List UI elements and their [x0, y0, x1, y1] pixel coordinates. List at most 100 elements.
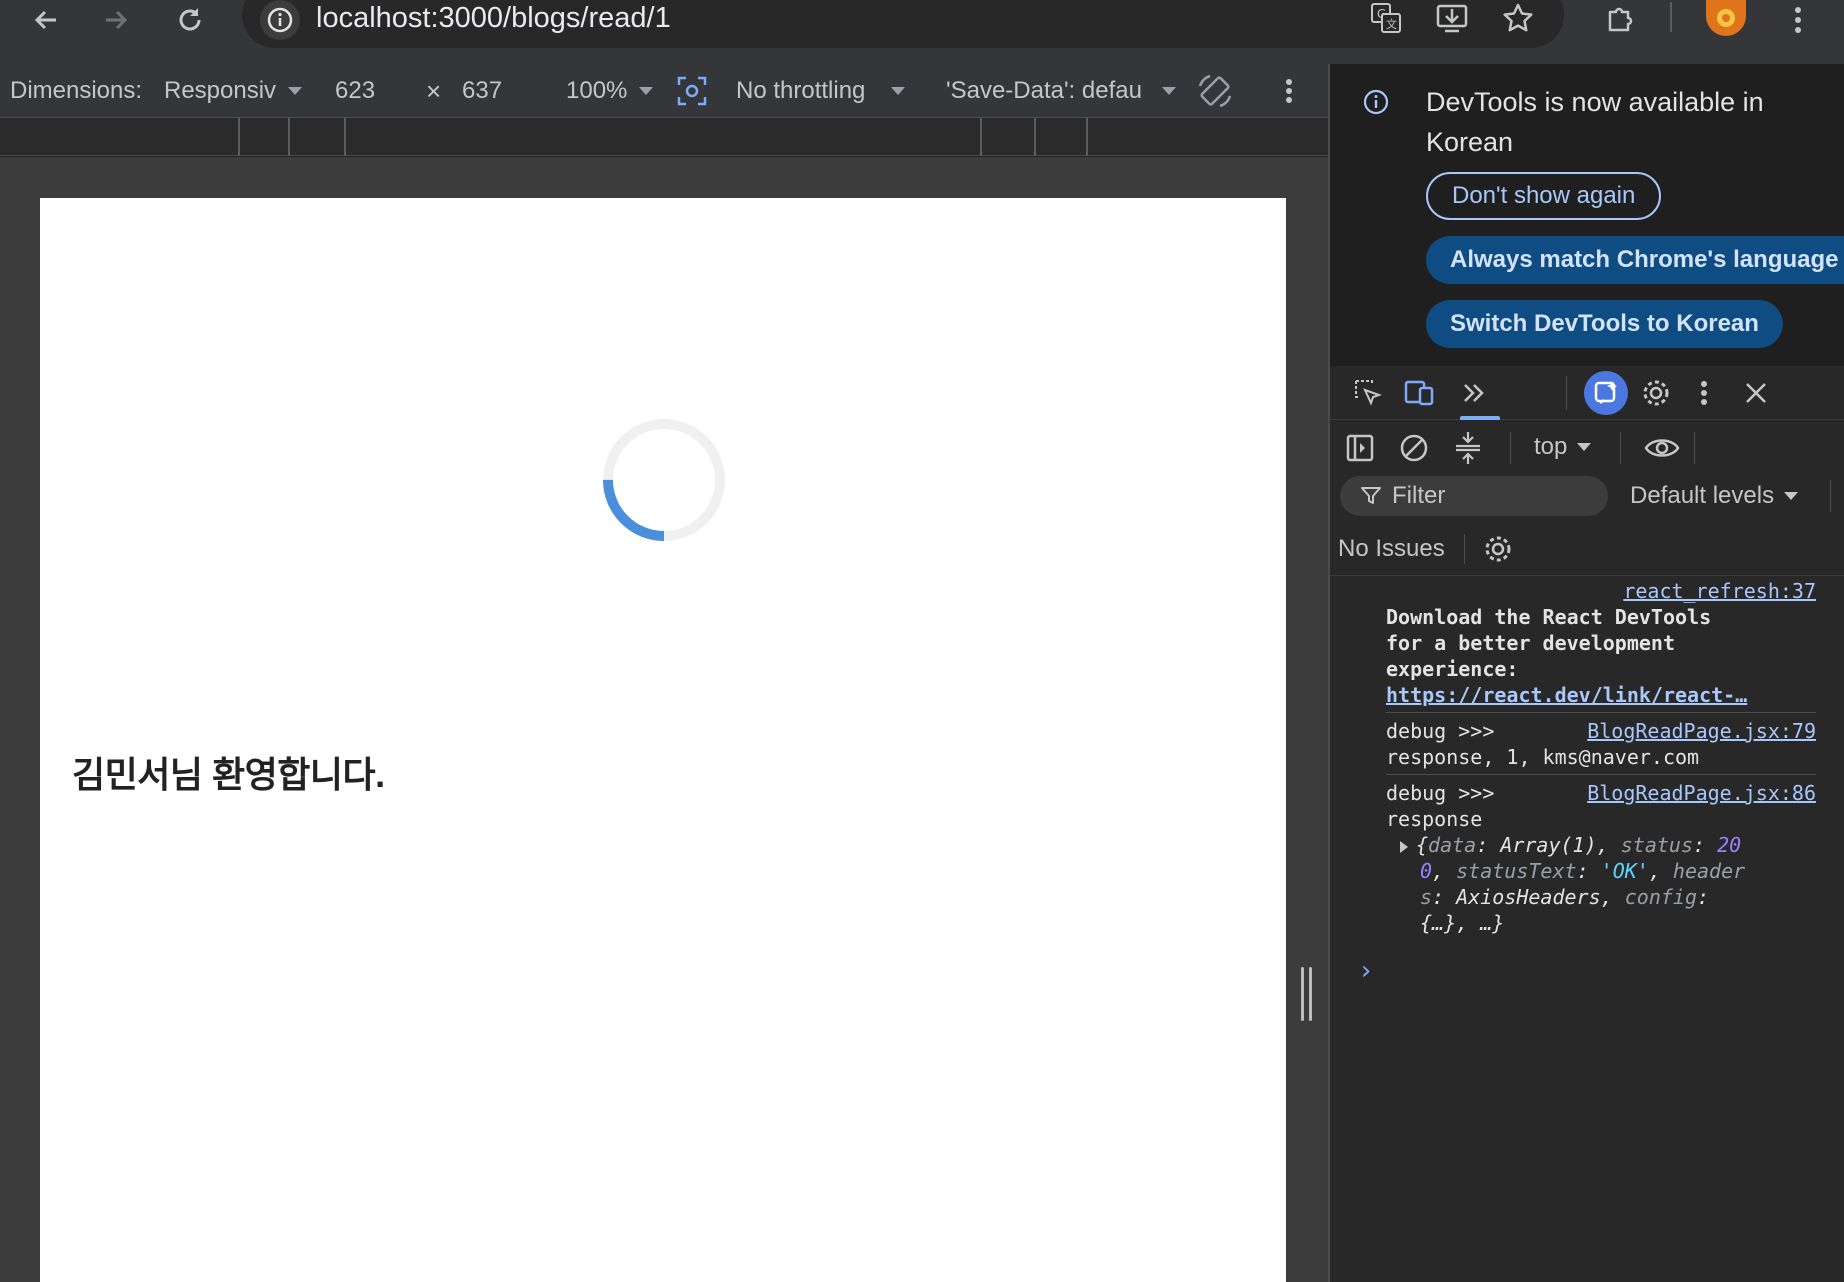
- zoom-value: 100%: [566, 77, 628, 104]
- info-icon: [1362, 88, 1390, 116]
- device-toggle-button[interactable]: [1400, 373, 1440, 413]
- devtools-settings-button[interactable]: [1636, 373, 1676, 413]
- message-line: experience:: [1386, 657, 1519, 681]
- install-icon: [1436, 4, 1468, 33]
- media-query-marker[interactable]: [1034, 118, 1036, 156]
- rotate-button[interactable]: [1196, 64, 1234, 118]
- ai-assistance-button[interactable]: [1584, 371, 1628, 415]
- close-icon: [1746, 383, 1766, 403]
- message-text: response, 1, kms@naver.com: [1386, 745, 1700, 769]
- media-query-marker[interactable]: [980, 118, 982, 156]
- more-tabs-button[interactable]: [1454, 373, 1494, 413]
- dont-show-again-button[interactable]: Don't show again: [1426, 172, 1662, 220]
- filter-placeholder: Filter: [1392, 482, 1446, 509]
- throttling-select[interactable]: No throttling: [736, 64, 906, 118]
- device-select-value: Responsiv: [164, 77, 277, 104]
- console-settings-button[interactable]: [1478, 529, 1518, 569]
- issues-row: No Issues: [1330, 522, 1844, 576]
- reload-icon: [179, 8, 201, 31]
- device-toolbar-menu-button[interactable]: [1284, 64, 1294, 118]
- zoom-select[interactable]: 100%: [566, 64, 654, 118]
- clear-console-button[interactable]: [1394, 428, 1434, 468]
- group-similar-button[interactable]: [1448, 428, 1488, 468]
- gear-icon: [1643, 380, 1669, 406]
- message-text: response: [1386, 807, 1483, 831]
- console-prompt[interactable]: ›: [1358, 958, 1788, 984]
- switch-to-korean-button[interactable]: Switch DevTools to Korean: [1426, 300, 1783, 348]
- throttling-value: No throttling: [736, 77, 866, 104]
- capture-screenshot-button[interactable]: [676, 64, 708, 118]
- chrome-menu-button[interactable]: [1776, 0, 1820, 40]
- device-select[interactable]: Responsiv: [164, 64, 303, 118]
- avatar-icon: [1717, 9, 1735, 27]
- always-match-language-button[interactable]: Always match Chrome's language: [1426, 236, 1844, 284]
- star-icon: [1503, 3, 1533, 32]
- debug-prefix: debug >>>: [1386, 781, 1495, 805]
- height-input[interactable]: 637: [462, 64, 502, 118]
- object-preview[interactable]: {data: Array(1), status: 20: [1400, 832, 1830, 858]
- live-expression-button[interactable]: [1642, 428, 1682, 468]
- source-link[interactable]: react_refresh:37: [1623, 579, 1816, 603]
- console-output: react_refresh:37 Download the React DevT…: [1330, 576, 1844, 1276]
- console-message: debug >>> BlogReadPage.jsx:86: [1386, 780, 1816, 806]
- extensions-button[interactable]: [1598, 0, 1642, 40]
- language-infobar: DevTools is now available in Korean Don'…: [1330, 64, 1844, 366]
- back-arrow-icon: [34, 10, 56, 30]
- media-query-marker[interactable]: [238, 118, 240, 156]
- gear-icon: [1485, 536, 1511, 562]
- rotate-icon: [1198, 74, 1232, 108]
- filter-input[interactable]: Filter: [1340, 476, 1608, 516]
- console-message: react_refresh:37: [1386, 578, 1816, 604]
- log-levels-value: Default levels: [1630, 482, 1775, 509]
- media-query-bar[interactable]: [0, 118, 1328, 156]
- media-query-marker[interactable]: [1086, 118, 1088, 156]
- install-app-button[interactable]: [1426, 0, 1478, 36]
- issues-count[interactable]: No Issues: [1338, 522, 1445, 576]
- site-info-button[interactable]: [260, 0, 300, 40]
- url-text[interactable]: localhost:3000/blogs/read/1: [316, 0, 671, 36]
- translate-button[interactable]: G文: [1360, 0, 1412, 36]
- log-levels-select[interactable]: Default levels: [1630, 476, 1799, 516]
- expand-triangle-icon[interactable]: [1400, 840, 1408, 853]
- address-bar[interactable]: localhost:3000/blogs/read/1 G文: [242, 0, 1564, 48]
- source-link[interactable]: BlogReadPage.jsx:86: [1587, 780, 1816, 806]
- ai-assistance-icon: [1594, 381, 1617, 404]
- device-viewport-area: 김민서님 환영합니다.: [0, 157, 1328, 1282]
- media-query-marker[interactable]: [288, 118, 290, 156]
- clear-icon: [1400, 434, 1428, 462]
- context-value: top: [1534, 433, 1568, 460]
- eye-icon: [1644, 439, 1680, 457]
- welcome-message: 김민서님 환영합니다.: [72, 754, 385, 795]
- reload-button[interactable]: [168, 0, 212, 40]
- source-link[interactable]: BlogReadPage.jsx:79: [1587, 718, 1816, 744]
- object-preview-line: {…}, …}: [1420, 911, 1505, 935]
- bookmark-button[interactable]: [1492, 0, 1544, 36]
- translate-icon: G文: [1371, 3, 1401, 33]
- chevron-down-icon: [1577, 443, 1592, 451]
- devtools-menu-button[interactable]: [1684, 373, 1724, 413]
- devtools-tab-bar: [1330, 366, 1844, 420]
- forward-button[interactable]: [94, 0, 138, 40]
- forward-arrow-icon: [106, 10, 128, 30]
- toggle-sidebar-button[interactable]: [1340, 428, 1380, 468]
- browser-toolbar: localhost:3000/blogs/read/1 G文: [0, 0, 1844, 64]
- more-vertical-icon: [1795, 7, 1801, 33]
- double-chevron-right-icon: [1464, 384, 1484, 402]
- svg-text:文: 文: [1386, 17, 1397, 31]
- collapse-icon: [1456, 432, 1480, 464]
- toolbar-divider: [1670, 2, 1672, 32]
- back-button[interactable]: [24, 0, 68, 40]
- save-data-select[interactable]: 'Save-Data': defau: [946, 64, 1176, 118]
- web-page: 김민서님 환영합니다.: [40, 198, 1286, 1282]
- react-devtools-link[interactable]: https://react.dev/link/react-…: [1386, 682, 1816, 708]
- chevron-down-icon: [639, 87, 654, 95]
- media-query-marker[interactable]: [344, 118, 346, 156]
- filter-row: Filter Default levels: [1330, 474, 1844, 522]
- close-devtools-button[interactable]: [1736, 373, 1776, 413]
- context-select[interactable]: top: [1534, 420, 1592, 474]
- chevron-down-icon: [288, 87, 303, 95]
- inspect-element-button[interactable]: [1348, 373, 1388, 413]
- profile-avatar[interactable]: [1706, 0, 1746, 36]
- viewport-resize-handle[interactable]: [1299, 967, 1313, 1021]
- width-input[interactable]: 623: [335, 64, 375, 118]
